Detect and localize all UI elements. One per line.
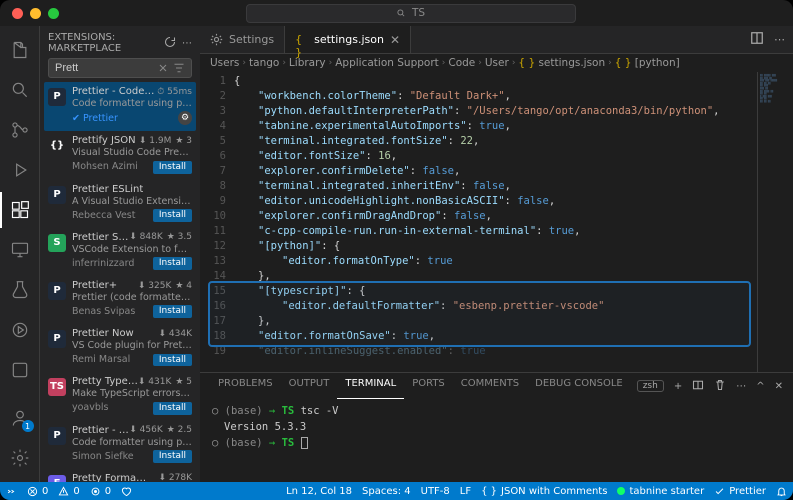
- remote-indicator[interactable]: [6, 486, 17, 497]
- panel-tab[interactable]: TERMINAL: [337, 373, 404, 399]
- breadcrumb-item[interactable]: tango: [249, 57, 279, 69]
- breadcrumb[interactable]: Users›tango›Library›Application Support›…: [200, 54, 793, 72]
- editor-more-icon[interactable]: ⋯: [774, 33, 785, 46]
- testing-tab[interactable]: [0, 272, 40, 308]
- sidebar-title: EXTENSIONS: MARKETPLACE: [48, 32, 164, 54]
- install-button[interactable]: Install: [153, 354, 192, 367]
- panel-tab[interactable]: DEBUG CONSOLE: [527, 373, 631, 399]
- install-button[interactable]: Install: [153, 305, 192, 318]
- bottom-panel: PROBLEMSOUTPUTTERMINALPORTSCOMMENTSDEBUG…: [200, 372, 793, 482]
- terminal-close-icon[interactable]: ✕: [775, 381, 783, 392]
- encoding[interactable]: UTF-8: [421, 486, 450, 497]
- extension-search-field[interactable]: [48, 58, 192, 78]
- activity-bar: 1: [0, 26, 40, 482]
- breadcrumb-item[interactable]: { } settings.json: [518, 57, 605, 69]
- indentation[interactable]: Spaces: 4: [362, 486, 411, 497]
- terminal-more-icon[interactable]: ⋯: [736, 381, 746, 392]
- language-mode[interactable]: { } JSON with Comments: [481, 486, 607, 497]
- minimap[interactable]: ██ █████ █████ ███ █████ ███ ███████ ██ …: [757, 72, 793, 372]
- terminal-cursor: [301, 437, 308, 449]
- code-editor[interactable]: 12345678910111213141516171819 {"workbenc…: [200, 72, 793, 372]
- breadcrumb-item[interactable]: Application Support: [335, 57, 439, 69]
- terminal-maximize-icon[interactable]: ^: [756, 381, 764, 392]
- install-button[interactable]: Install: [153, 257, 192, 270]
- prettier-status[interactable]: Prettier: [714, 486, 766, 497]
- live-share-tab[interactable]: [0, 312, 40, 348]
- eol[interactable]: LF: [460, 486, 471, 497]
- breadcrumb-item[interactable]: Users: [210, 57, 239, 69]
- install-button[interactable]: Install: [153, 209, 192, 222]
- breadcrumb-item[interactable]: Code: [448, 57, 475, 69]
- extension-item[interactable]: PPrettier Now⬇ 434KVS Code plugin for Pr…: [44, 324, 196, 372]
- tabnine-status[interactable]: tabnine starter: [617, 486, 704, 497]
- accounts-tab[interactable]: 1: [0, 400, 40, 436]
- extension-item[interactable]: TSPretty TypeSc…⬇ 431K★ 5Make TypeScript…: [44, 372, 196, 420]
- search-tab[interactable]: [0, 72, 40, 108]
- close-tab-icon[interactable]: ✕: [390, 33, 400, 47]
- accounts-badge: 1: [22, 420, 34, 432]
- terminal-split-icon[interactable]: [692, 379, 704, 394]
- terminal-kill-icon[interactable]: [714, 379, 726, 394]
- panel-tab[interactable]: PORTS: [404, 373, 453, 399]
- extension-item[interactable]: {}Prettify JSON⬇ 1.9M★ 3Visual Studio Co…: [44, 131, 196, 179]
- editor-tabs: Settings{ }settings.json✕ ⋯: [200, 26, 793, 54]
- editor-tab[interactable]: { }settings.json✕: [285, 26, 411, 53]
- terminal-new-icon[interactable]: +: [674, 381, 682, 392]
- command-center-search[interactable]: TS: [246, 4, 576, 23]
- minimize-window-button[interactable]: [30, 8, 41, 19]
- editor-split-icon[interactable]: [750, 31, 764, 48]
- terminal-output: Version 5.3.3: [212, 419, 781, 435]
- breadcrumb-item[interactable]: { } [python]: [615, 57, 680, 69]
- extension-item[interactable]: SPrettier SQL …⬇ 848K★ 3.5VSCode Extensi…: [44, 228, 196, 276]
- terminal-content[interactable]: ○ (base) → TS tsc -V Version 5.3.3 ○ (ba…: [200, 399, 793, 482]
- error-count[interactable]: 0: [27, 486, 48, 497]
- code-content[interactable]: {"workbench.colorTheme": "Default Dark+"…: [234, 72, 757, 372]
- extension-list[interactable]: PPrettier - Code for…⏱ 55msCode formatte…: [40, 82, 200, 482]
- remote-explorer-tab[interactable]: [0, 232, 40, 268]
- install-button[interactable]: Install: [153, 161, 192, 174]
- panel-tab[interactable]: OUTPUT: [281, 373, 338, 399]
- close-window-button[interactable]: [12, 8, 23, 19]
- install-button[interactable]: Install: [153, 450, 192, 463]
- search-label: TS: [412, 7, 425, 19]
- panel-tabs: PROBLEMSOUTPUTTERMINALPORTSCOMMENTSDEBUG…: [200, 373, 793, 399]
- extensions-tab[interactable]: [0, 192, 40, 228]
- extension-item[interactable]: PPrettier - Co…⬇ 456K★ 2.5Code formatter…: [44, 421, 196, 469]
- tabnine-tab[interactable]: [0, 352, 40, 388]
- status-bar: 0 0 0 Ln 12, Col 18 Spaces: 4 UTF-8 LF {…: [0, 482, 793, 500]
- settings-gear-tab[interactable]: [0, 440, 40, 476]
- run-debug-tab[interactable]: [0, 152, 40, 188]
- search-icon: [396, 8, 406, 18]
- panel-tab[interactable]: PROBLEMS: [210, 373, 281, 399]
- extension-search-input[interactable]: [53, 61, 157, 75]
- warning-count[interactable]: 0: [58, 486, 79, 497]
- titlebar: TS: [0, 0, 793, 26]
- traffic-lights[interactable]: [12, 8, 59, 19]
- extension-item[interactable]: PPrettier ESLintA Visual Studio Extensio…: [44, 180, 196, 228]
- terminal-shell-label[interactable]: zsh: [637, 380, 664, 392]
- breadcrumb-item[interactable]: User: [485, 57, 509, 69]
- notifications-icon[interactable]: [776, 486, 787, 497]
- fullscreen-window-button[interactable]: [48, 8, 59, 19]
- extensions-sidebar: EXTENSIONS: MARKETPLACE ⋯ PPrettier - Co…: [40, 26, 200, 482]
- extension-item[interactable]: FPretty Forma…⬇ 278KVS Code extension to…: [44, 469, 196, 482]
- install-button[interactable]: Install: [153, 402, 192, 415]
- clear-search-icon[interactable]: [157, 62, 169, 74]
- refresh-icon[interactable]: [164, 36, 176, 51]
- more-actions-icon[interactable]: ⋯: [182, 38, 192, 49]
- ports-count[interactable]: 0: [90, 486, 111, 497]
- source-control-tab[interactable]: [0, 112, 40, 148]
- explorer-tab[interactable]: [0, 32, 40, 68]
- extension-item[interactable]: PPrettier - Code for…⏱ 55msCode formatte…: [44, 82, 196, 131]
- extension-item[interactable]: PPrettier+⬇ 325K★ 4Prettier (code format…: [44, 276, 196, 324]
- sponsor-icon[interactable]: [121, 486, 132, 497]
- panel-tab[interactable]: COMMENTS: [453, 373, 527, 399]
- editor-tab[interactable]: Settings: [200, 26, 285, 53]
- filter-icon[interactable]: [173, 62, 185, 74]
- gear-icon[interactable]: ⚙: [178, 111, 192, 125]
- cursor-position[interactable]: Ln 12, Col 18: [286, 486, 352, 497]
- line-gutter: 12345678910111213141516171819: [200, 72, 234, 372]
